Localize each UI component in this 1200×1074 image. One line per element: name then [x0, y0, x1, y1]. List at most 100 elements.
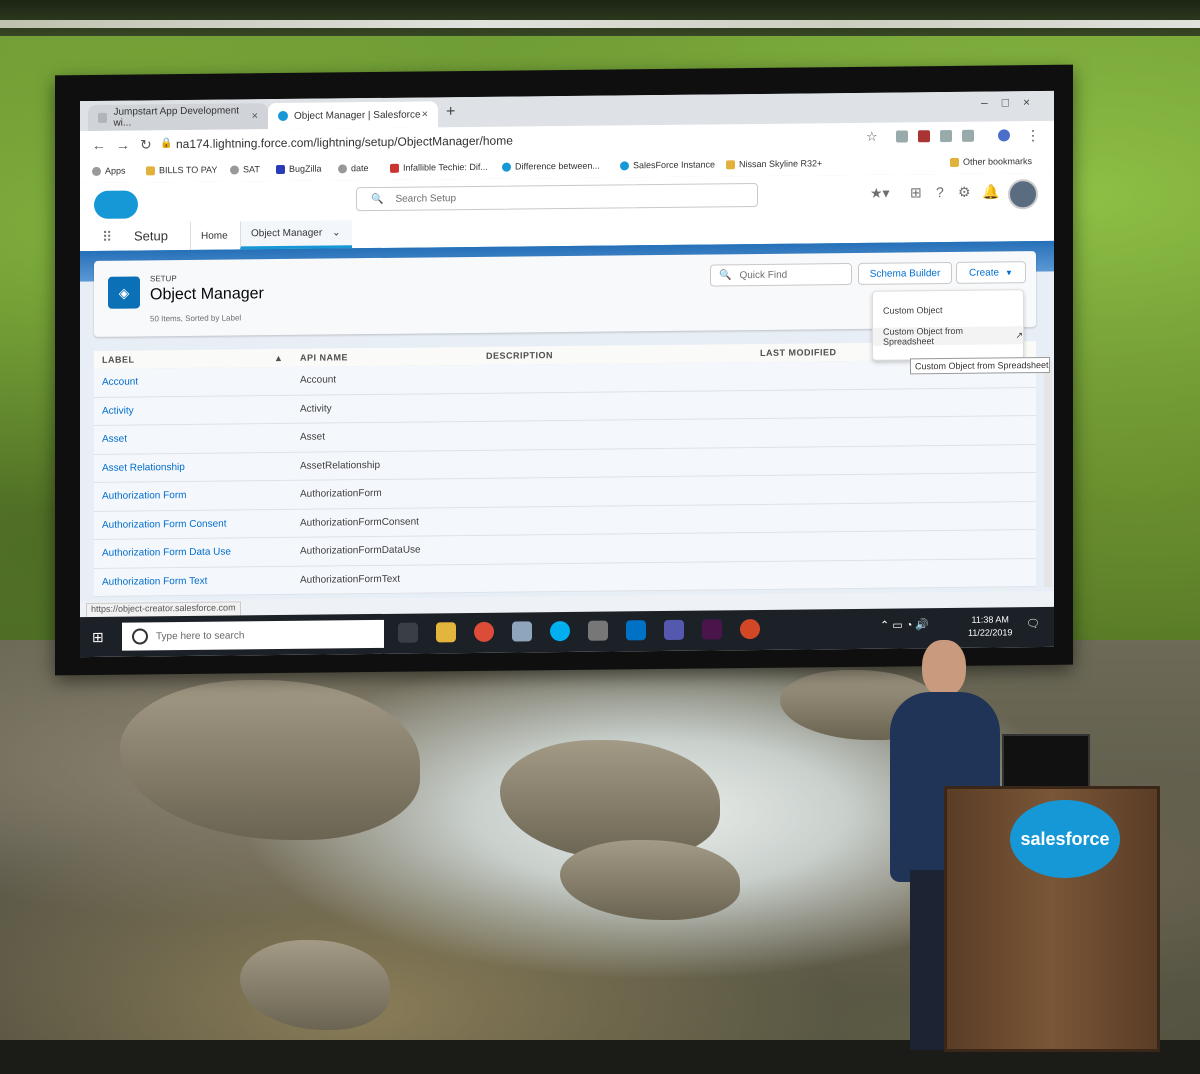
- outlook-icon[interactable]: [626, 620, 646, 641]
- folder-icon: [950, 157, 959, 167]
- bookmark-item[interactable]: Infallible Techie: Dif...: [390, 162, 488, 173]
- tab-title: Object Manager | Salesforce: [294, 109, 421, 122]
- tab-label: Home: [201, 230, 228, 242]
- bookmark-label: SalesForce Instance: [633, 159, 716, 171]
- salesforce-logo[interactable]: [94, 190, 138, 219]
- menu-kebab-icon[interactable]: ⋮: [1026, 127, 1040, 144]
- app-name: Setup: [134, 228, 168, 244]
- action-center-icon[interactable]: 🗨: [1026, 617, 1040, 630]
- tab-home[interactable]: Home: [190, 221, 240, 250]
- forward-arrow-icon[interactable]: →: [116, 137, 130, 153]
- calculator-icon[interactable]: [588, 620, 608, 641]
- global-actions-plus-icon[interactable]: ⊞: [910, 184, 922, 201]
- object-label-link[interactable]: Authorization Form Consent: [102, 518, 227, 530]
- menu-item-custom-object[interactable]: Custom Object: [883, 305, 943, 316]
- folder-icon: [726, 159, 735, 169]
- page-eyebrow: SETUP: [150, 274, 177, 284]
- bookmark-label: Difference between...: [515, 160, 600, 172]
- object-label-link[interactable]: Authorization Form Data Use: [102, 547, 231, 559]
- object-label-link[interactable]: Asset Relationship: [102, 462, 185, 474]
- column-last-modified[interactable]: LAST MODIFIED: [760, 347, 837, 358]
- bookmark-label: Apps: [105, 165, 126, 176]
- new-tab-button[interactable]: +: [446, 103, 455, 121]
- chevron-down-icon[interactable]: ⌄: [332, 227, 340, 238]
- taskbar-clock[interactable]: 11:38 AM 11/22/2019: [968, 613, 1012, 639]
- system-tray-icons[interactable]: ⌃ ▭ ◔ 🔊: [880, 618, 929, 632]
- bookmark-item[interactable]: BILLS TO PAY: [146, 165, 217, 176]
- help-icon[interactable]: ?: [936, 184, 944, 200]
- api-name: AuthorizationFormConsent: [300, 516, 419, 529]
- rock: [240, 940, 390, 1030]
- gear-icon[interactable]: ⚙: [958, 184, 971, 201]
- sort-ascending-icon[interactable]: ▲: [274, 353, 283, 363]
- app-icon[interactable]: [512, 621, 532, 642]
- item-count: 50 Items, Sorted by Label: [150, 313, 242, 324]
- browser-tab[interactable]: Jumpstart App Development wi... ×: [88, 103, 268, 132]
- bookmark-item[interactable]: SalesForce Instance: [620, 159, 715, 170]
- column-label[interactable]: LABEL: [102, 355, 135, 365]
- extension-icon[interactable]: [962, 129, 974, 142]
- external-link-icon: ↗: [1015, 329, 1023, 340]
- quick-find-input[interactable]: 🔍 Quick Find: [710, 263, 852, 287]
- blog-icon: [390, 163, 399, 173]
- bookmark-other[interactable]: Other bookmarks: [950, 156, 1032, 167]
- file-explorer-icon[interactable]: [436, 622, 456, 643]
- globe-icon: [338, 163, 347, 173]
- taskbar-search-input[interactable]: Type here to search: [122, 619, 384, 651]
- browser-tab-active[interactable]: Object Manager | Salesforce ×: [268, 101, 438, 130]
- close-icon[interactable]: ×: [252, 110, 258, 122]
- ceiling-lights: [0, 20, 1200, 28]
- bookmark-item[interactable]: SAT: [230, 164, 260, 174]
- url-field[interactable]: na174.lightning.force.com/lightning/setu…: [176, 134, 513, 152]
- cortana-icon: [132, 628, 148, 645]
- object-label-link[interactable]: Asset: [102, 434, 127, 445]
- schema-builder-button[interactable]: Schema Builder: [858, 261, 952, 285]
- window-controls[interactable]: –□×: [981, 95, 1044, 110]
- apps-grid-icon: [92, 166, 101, 176]
- object-label-link[interactable]: Authorization Form: [102, 490, 186, 502]
- extension-icon[interactable]: [918, 130, 930, 143]
- globe-icon: [230, 164, 239, 175]
- chrome-icon[interactable]: [474, 621, 494, 642]
- notifications-bell-icon[interactable]: 🔔: [982, 183, 999, 200]
- extension-icon[interactable]: [940, 129, 952, 143]
- search-setup-input[interactable]: 🔍 Search Setup: [356, 182, 758, 212]
- menu-item-custom-object-from-spreadsheet[interactable]: Custom Object from Spreadsheet ↗: [873, 326, 1023, 347]
- slack-icon[interactable]: [702, 619, 722, 640]
- create-button[interactable]: Create ▼: [956, 261, 1026, 284]
- object-label-link[interactable]: Activity: [102, 405, 134, 416]
- object-label-link[interactable]: Account: [102, 376, 138, 387]
- tab-object-manager[interactable]: Object Manager ⌄: [240, 220, 352, 250]
- button-label: Create: [969, 266, 1000, 279]
- column-api-name[interactable]: API NAME: [300, 352, 348, 363]
- bookmark-item[interactable]: Nissan Skyline R32+: [726, 158, 822, 169]
- user-avatar[interactable]: [1008, 179, 1038, 210]
- profile-icon[interactable]: [998, 129, 1010, 142]
- bookmark-item[interactable]: date: [338, 163, 369, 173]
- bookmark-label: Nissan Skyline R32+: [739, 158, 823, 170]
- teams-icon[interactable]: [664, 619, 684, 640]
- reload-icon[interactable]: ↻: [140, 136, 152, 153]
- extension-icon[interactable]: [896, 130, 908, 143]
- favorites-star-icon[interactable]: ★▾: [870, 185, 890, 202]
- back-arrow-icon[interactable]: ←: [92, 137, 106, 153]
- bookmark-label: date: [351, 163, 369, 174]
- powerpoint-icon[interactable]: [740, 618, 760, 640]
- tab-label: Object Manager: [251, 227, 323, 240]
- clock-date: 11/22/2019: [968, 627, 1013, 638]
- scrollbar[interactable]: [1044, 360, 1052, 588]
- bookmark-star-icon[interactable]: ☆: [866, 129, 878, 145]
- column-description[interactable]: DESCRIPTION: [486, 350, 553, 361]
- windows-start-icon[interactable]: ⊞: [92, 629, 104, 646]
- bookmark-item[interactable]: BugZilla: [276, 164, 322, 174]
- api-name: AuthorizationFormText: [300, 573, 401, 586]
- task-view-icon[interactable]: [398, 622, 418, 643]
- object-label-link[interactable]: Authorization Form Text: [102, 575, 207, 587]
- bookmark-apps[interactable]: Apps: [92, 166, 126, 176]
- bookmark-item[interactable]: Difference between...: [502, 161, 600, 172]
- skype-icon[interactable]: [550, 620, 570, 642]
- search-icon: 🔍: [719, 269, 732, 281]
- close-icon[interactable]: ×: [422, 108, 428, 120]
- app-launcher-icon[interactable]: ⠿: [102, 229, 112, 246]
- salesforce-cloud-icon: [620, 160, 629, 170]
